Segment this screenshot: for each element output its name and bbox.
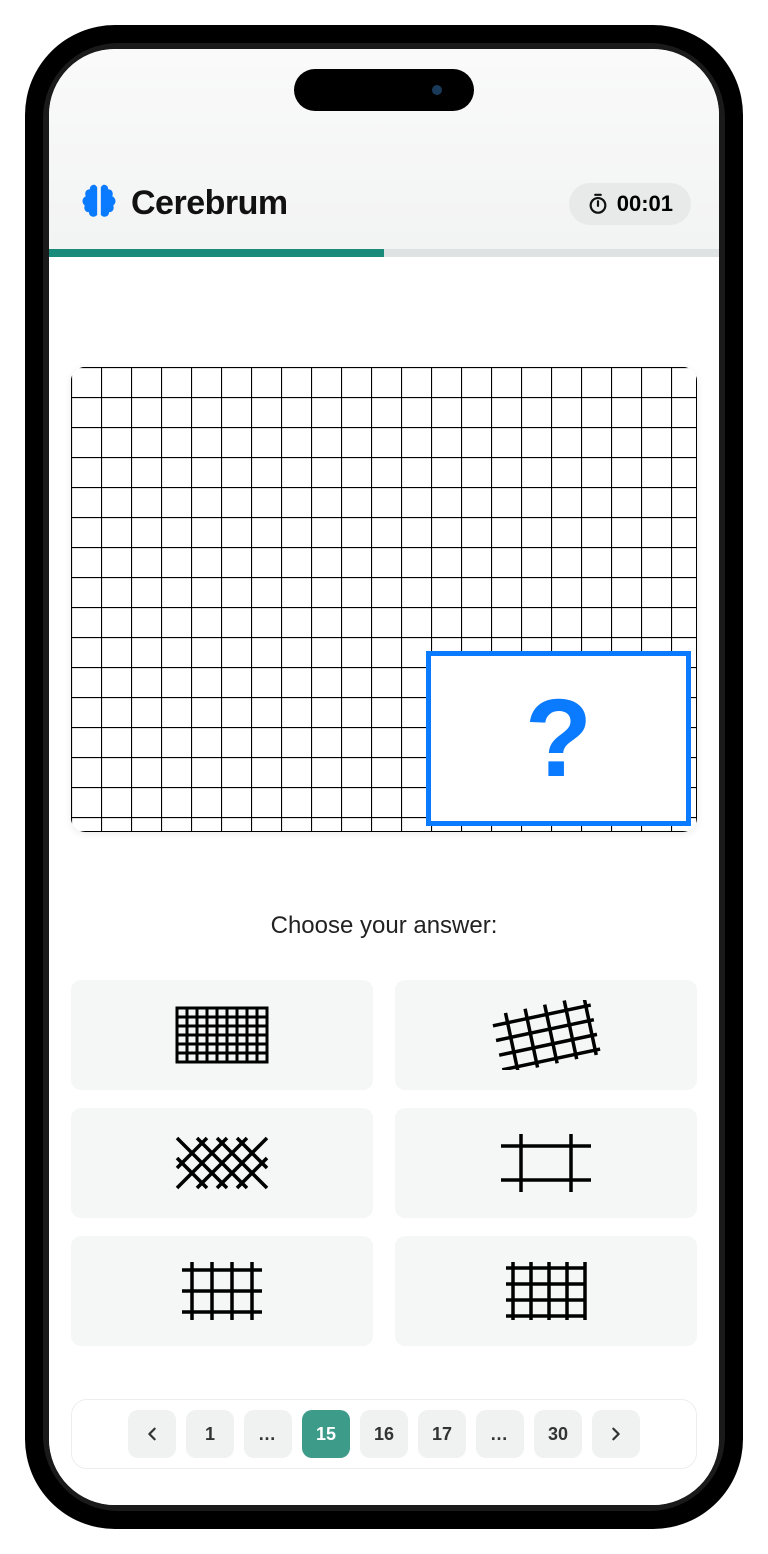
answer-option-6[interactable] — [395, 1236, 697, 1346]
pager-page-15[interactable]: 15 — [302, 1410, 350, 1458]
pager-page-17[interactable]: 17 — [418, 1410, 466, 1458]
puzzle-missing-slot: ? — [426, 651, 691, 826]
sparse-grid-4x3-icon — [167, 1256, 277, 1326]
timer-value: 00:01 — [617, 191, 673, 217]
screen: Cerebrum 00:01 — [49, 49, 719, 1505]
progress-fill — [49, 249, 384, 257]
question-mark-icon: ? — [525, 675, 592, 802]
phone-frame: Cerebrum 00:01 — [25, 25, 743, 1529]
answers-grid — [71, 980, 697, 1346]
pagination: 1…151617…30 — [71, 1399, 697, 1469]
pager-page-16[interactable]: 16 — [360, 1410, 408, 1458]
tilted-grid-icon — [491, 1000, 601, 1070]
notch — [294, 69, 474, 111]
sparse-grid-5x4-icon — [491, 1256, 601, 1326]
pager-ellipsis: … — [244, 1410, 292, 1458]
stopwatch-icon — [587, 193, 609, 215]
answer-option-3[interactable] — [71, 1108, 373, 1218]
dense-grid-icon — [167, 1000, 277, 1070]
chevron-left-icon — [145, 1427, 159, 1441]
answer-option-2[interactable] — [395, 980, 697, 1090]
brand: Cerebrum — [77, 181, 288, 225]
pager-prev-button[interactable] — [128, 1410, 176, 1458]
puzzle-card: ? — [71, 367, 697, 832]
timer-pill: 00:01 — [569, 183, 691, 225]
chevron-right-icon — [609, 1427, 623, 1441]
progress-bar — [49, 249, 719, 257]
pager-ellipsis: … — [476, 1410, 524, 1458]
answer-option-1[interactable] — [71, 980, 373, 1090]
content-area: ? Choose your answer: — [49, 257, 719, 1505]
pager-next-button[interactable] — [592, 1410, 640, 1458]
phone-bezel: Cerebrum 00:01 — [43, 43, 725, 1511]
answer-option-4[interactable] — [395, 1108, 697, 1218]
frame-cross-icon — [491, 1128, 601, 1198]
diamond-lattice-icon — [167, 1128, 277, 1198]
brand-name: Cerebrum — [131, 184, 288, 223]
pager-page-1[interactable]: 1 — [186, 1410, 234, 1458]
pager-page-30[interactable]: 30 — [534, 1410, 582, 1458]
answer-prompt: Choose your answer: — [71, 912, 697, 940]
brain-icon — [77, 181, 121, 225]
answer-option-5[interactable] — [71, 1236, 373, 1346]
